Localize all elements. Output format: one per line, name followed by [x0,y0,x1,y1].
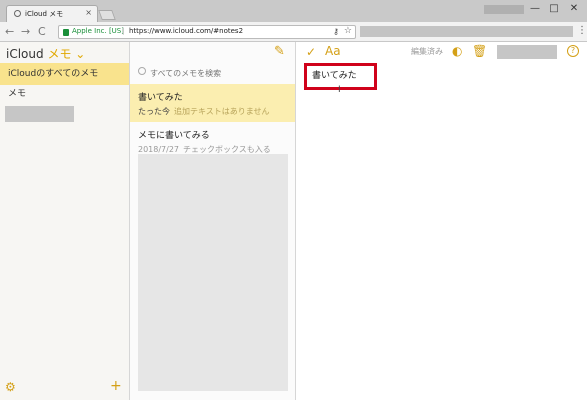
url-separator: | [122,27,125,35]
maximize-button[interactable]: □ [546,2,562,16]
minimize-button[interactable]: — [527,2,543,16]
close-window-button[interactable]: ✕ [566,2,582,16]
section-name: メモ [47,47,72,61]
secure-origin-label: Apple Inc. [US] [72,27,124,35]
app-name: iCloud [6,47,44,61]
apple-favicon-icon [14,10,21,17]
chevron-down-icon[interactable]: ⌄ [75,47,85,61]
url-text[interactable]: https://www.icloud.com/#notes2 [129,27,243,35]
notes-app: iCloud メモ ⌄ iCloudのすべてのメモ メモ ⚙ + ✎ 書いてみた… [0,42,587,400]
redacted-extensions-area [360,26,573,37]
lock-icon [63,29,69,36]
note-time: 2018/7/27 [138,145,180,154]
format-button[interactable]: Aa [325,44,341,58]
address-bar[interactable]: Apple Inc. [US] | https://www.icloud.com… [58,25,356,39]
note-time: たった今 [138,107,170,116]
note-preview: 追加テキストはありません [174,107,270,116]
text-cursor-icon: I [338,85,341,95]
note-list-empty-area [138,154,288,391]
share-icon[interactable]: ◐ [452,44,462,58]
back-icon[interactable]: ← [5,25,14,39]
add-folder-button[interactable]: + [110,378,122,394]
edit-status: 編集済み [411,47,443,56]
note-editor[interactable]: ✓ Aa 編集済み ◐ 🗑 ? 書いてみた I [296,42,587,400]
key-icon[interactable]: ⚷ [333,27,339,36]
note-title: 書いてみた [138,93,183,103]
sidebar-item-all-notes[interactable]: iCloudのすべてのメモ [0,63,129,85]
redacted-folder-item [5,106,74,122]
checklist-icon[interactable]: ✓ [306,45,316,59]
note-title: メモに書いてみる [138,131,210,141]
tab-title: iCloud メモ [25,10,64,18]
forward-icon[interactable]: → [21,25,30,39]
note-list-item[interactable]: 書いてみた たった今 追加テキストはありません [130,84,295,122]
search-input[interactable] [150,66,288,80]
app-header[interactable]: iCloud メモ ⌄ [6,45,85,62]
note-list: ✎ 書いてみた たった今追加テキストはありません メモに書いてみる 2018/7… [130,42,296,400]
sidebar-item-notes[interactable]: メモ [0,83,129,105]
browser-menu-icon[interactable]: ⋮ [577,25,587,36]
search-icon [138,67,146,75]
help-icon[interactable]: ? [567,45,579,57]
search-box [136,66,290,81]
browser-tab[interactable]: iCloud メモ × [6,5,98,22]
new-tab-button[interactable] [98,10,116,20]
redacted-profile-area [484,5,524,14]
compose-icon[interactable]: ✎ [274,44,285,59]
redacted-account-area [497,45,557,59]
close-tab-icon[interactable]: × [85,8,92,17]
folder-sidebar: iCloud メモ ⌄ iCloudのすべてのメモ メモ ⚙ + [0,42,130,400]
browser-toolbar: ← → C Apple Inc. [US] | https://www.iclo… [0,22,587,42]
browser-titlebar: iCloud メモ × — □ ✕ [0,0,587,22]
trash-icon[interactable]: 🗑 [472,44,487,58]
note-preview: チェックボックスも入る [183,145,271,154]
bookmark-star-icon[interactable]: ☆ [344,26,352,36]
gear-icon[interactable]: ⚙ [5,380,16,394]
reload-icon[interactable]: C [38,25,46,39]
